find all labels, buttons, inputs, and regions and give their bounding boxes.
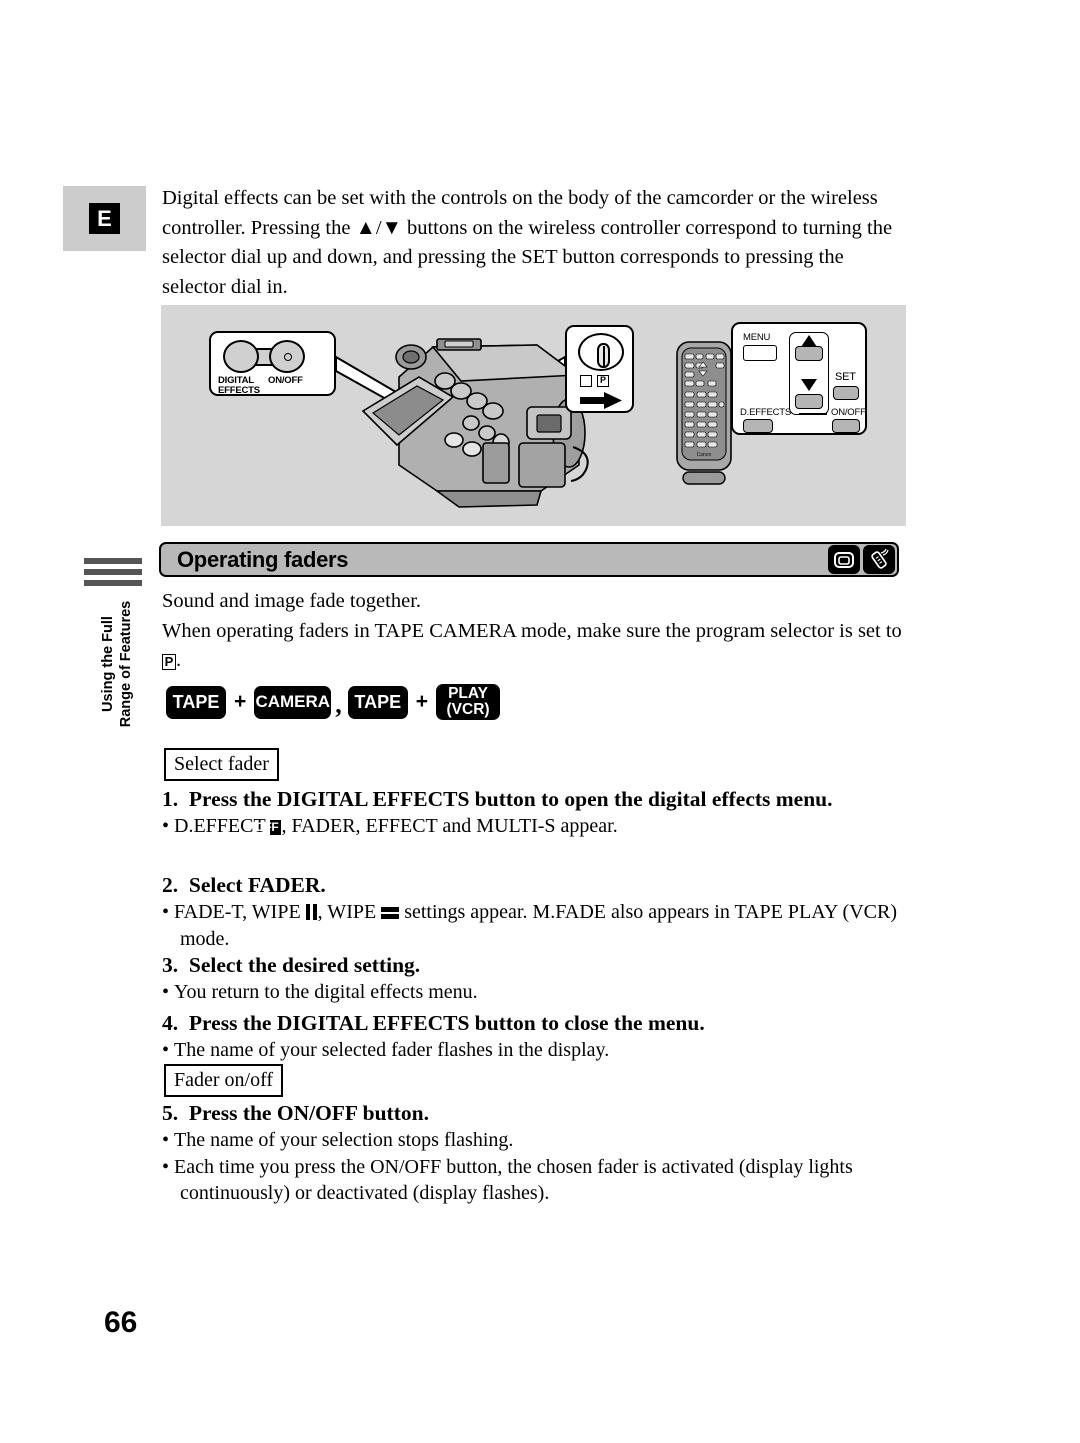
step-1-bullet-1: • D.EFFECT OFF, FADER, EFFECT and MULTI-… <box>162 815 618 837</box>
step-4-bullet-1: • The name of your selected fader flashe… <box>162 1039 610 1061</box>
side-tab-label: Using the Full Range of Features <box>99 584 135 744</box>
step-1: 1. Press the DIGITAL EFFECTS button to o… <box>162 786 907 840</box>
connector-line <box>799 413 827 415</box>
menu-button[interactable] <box>743 345 777 361</box>
right-arrow-icon <box>580 392 622 409</box>
badge-play-line1: PLAY <box>448 685 488 702</box>
set-label: SET <box>835 371 856 383</box>
badge-separator-comma: , <box>335 690 342 719</box>
badge-tape-2: TAPE <box>347 685 408 719</box>
step-2-bullet-prefix: FADE-T, WIPE <box>174 901 306 923</box>
intro-line-2: When operating faders in TAPE CAMERA mod… <box>162 617 907 676</box>
on-off-dial[interactable] <box>269 340 305 373</box>
up-button[interactable] <box>795 346 823 361</box>
d-effects-label: D.EFFECTS <box>740 407 791 418</box>
step-5: 5. Press the ON/OFF button. • The name o… <box>162 1100 907 1207</box>
step-4: 4. Press the DIGITAL EFFECTS button to c… <box>162 1010 907 1064</box>
up-triangle-icon <box>801 335 817 347</box>
page-number: 66 <box>104 1306 138 1339</box>
diagram-panel: Canon DIGITAL EFFECTS ON/OFF P MENU SET … <box>161 305 906 526</box>
callout-program-selector: P <box>565 325 634 413</box>
badge-camera: CAMERA <box>254 685 332 719</box>
intro-paragraph: Digital effects can be set with the cont… <box>162 187 893 298</box>
step-2: 2. Select FADER. • FADE-T, WIPE , WIPE s… <box>162 872 907 952</box>
step-1-number: 1. <box>162 787 179 811</box>
step-3-heading-text: Select the desired setting. <box>188 953 421 977</box>
program-selector-dial[interactable] <box>578 333 624 371</box>
step-5-bullet-2-text: Each time you press the ON/OFF button, t… <box>174 1155 853 1205</box>
badge-tape-1: TAPE <box>166 685 226 719</box>
step-3-number: 3. <box>162 953 179 977</box>
mode-badges: TAPE + CAMERA , TAPE + PLAY (VCR) <box>166 684 501 720</box>
intro-line-2-end: . <box>176 649 182 671</box>
step-3: 3. Select the desired setting. • You ret… <box>162 952 907 1006</box>
side-tab: Using the Full Range of Features <box>84 558 156 768</box>
wireless-controller-icon <box>863 545 895 574</box>
program-mode-inline-icon: P <box>162 654 176 670</box>
section-title: Operating faders <box>177 546 349 572</box>
program-selector-modes: P <box>580 375 609 387</box>
on-off-indicator-dot <box>284 353 292 361</box>
intro-line-2-text: When operating faders in TAPE CAMERA mod… <box>162 619 902 642</box>
menu-label: MENU <box>743 332 771 343</box>
step-1-bullet-suffix: , FADER, EFFECT and MULTI-S appear. <box>281 815 618 837</box>
step-2-heading: 2. Select FADER. <box>162 872 907 899</box>
section-intro-text: Sound and image fade together. When oper… <box>162 587 907 676</box>
digital-effects-label: DIGITAL EFFECTS <box>218 375 260 396</box>
badge-play-vcr: PLAY (VCR) <box>436 684 501 720</box>
step-2-number: 2. <box>162 873 179 897</box>
step-2-bullet-1: • FADE-T, WIPE , WIPE settings appear. M… <box>162 901 897 950</box>
square-mode-icon <box>580 375 592 387</box>
side-tab-line2: Range of Features <box>118 600 134 728</box>
callout-camcorder-buttons: DIGITAL EFFECTS ON/OFF <box>209 331 336 396</box>
remote-brand-label: Canon <box>697 452 712 458</box>
language-marker-letter: E <box>89 203 120 234</box>
label-select-fader: Select fader <box>164 748 279 781</box>
callout-wireless-controller: MENU SET D.EFFECTS ON/OFF <box>731 322 867 435</box>
digital-effects-dial[interactable] <box>223 340 259 373</box>
program-selector-knob <box>597 343 610 368</box>
step-5-bullet-2: • Each time you press the ON/OFF button,… <box>162 1155 853 1205</box>
step-3-heading: 3. Select the desired setting. <box>162 952 907 979</box>
d-effect-off-icon: OFF <box>255 820 282 835</box>
step-1-heading-text: Press the DIGITAL EFFECTS button to open… <box>188 787 833 811</box>
intro-line-1: Sound and image fade together. <box>162 590 422 612</box>
side-tab-line1: Using the Full <box>100 616 116 712</box>
wipe-horizontal-icon <box>381 905 400 919</box>
camcorder-illustration <box>361 338 589 508</box>
plus-sign-2: + <box>415 690 429 713</box>
wipe-vertical-icon <box>305 904 318 920</box>
d-effects-button[interactable] <box>743 419 773 433</box>
plus-sign-1: + <box>234 690 247 713</box>
step-4-heading-text: Press the DIGITAL EFFECTS button to clos… <box>188 1011 705 1035</box>
step-5-heading: 5. Press the ON/OFF button. <box>162 1100 907 1127</box>
step-4-bullet-text: The name of your selected fader flashes … <box>174 1039 610 1061</box>
badge-play-line2: (VCR) <box>446 701 490 718</box>
step-3-bullet-1: • You return to the digital effects menu… <box>162 981 478 1003</box>
language-marker: E <box>63 186 146 251</box>
on-off-label: ON/OFF <box>268 375 303 386</box>
label-fader-onoff: Fader on/off <box>164 1064 284 1097</box>
step-5-bullet-1-text: The name of your selection stops flashin… <box>174 1129 514 1151</box>
down-triangle-icon <box>801 379 817 391</box>
step-5-number: 5. <box>162 1101 179 1125</box>
step-1-heading: 1. Press the DIGITAL EFFECTS button to o… <box>162 786 907 813</box>
step-5-bullet-1: • The name of your selection stops flash… <box>162 1129 514 1151</box>
section-header-icons <box>828 545 895 574</box>
step-2-heading-text: Select FADER. <box>188 873 326 897</box>
camcorder-icon <box>828 545 860 574</box>
set-button[interactable] <box>833 386 859 400</box>
step-2-bullet-mid: , WIPE <box>317 901 382 923</box>
step-4-heading: 4. Press the DIGITAL EFFECTS button to c… <box>162 1010 907 1037</box>
down-button[interactable] <box>795 394 823 409</box>
wireless-controller-small: Canon <box>676 341 732 485</box>
section-header: Operating faders <box>159 542 899 577</box>
on-off-label-remote: ON/OFF <box>831 407 866 418</box>
step-3-bullet-text: You return to the digital effects menu. <box>174 981 478 1003</box>
on-off-button-remote[interactable] <box>832 419 860 433</box>
step-5-heading-text: Press the ON/OFF button. <box>188 1101 429 1125</box>
program-mode-icon: P <box>597 375 609 387</box>
step-4-number: 4. <box>162 1011 179 1035</box>
